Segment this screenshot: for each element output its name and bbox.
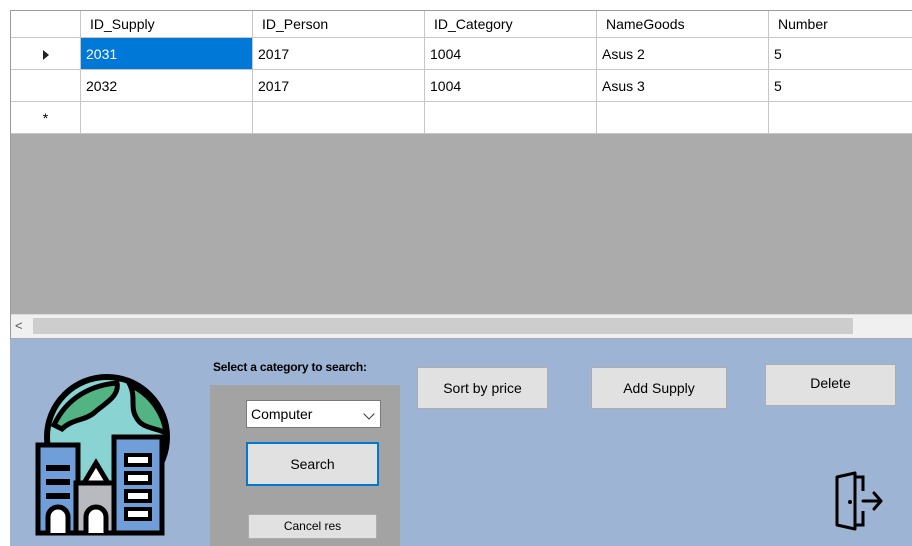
search-group: Computer Search Cancel res <box>210 385 400 546</box>
search-button[interactable]: Search <box>246 442 379 486</box>
column-header-name-goods[interactable]: NameGoods <box>597 11 769 38</box>
cancel-search-button[interactable]: Cancel res <box>248 514 377 539</box>
grid-cell-id-category[interactable]: 1004 <box>425 70 597 102</box>
grid-cell-name-goods[interactable]: Asus 3 <box>597 70 769 102</box>
current-row-icon <box>42 50 49 61</box>
grid-cell-id-supply[interactable] <box>81 102 253 134</box>
grid-cell-name-goods[interactable] <box>597 102 769 134</box>
control-panel: Select a category to search: Computer Se… <box>10 339 912 546</box>
grid-cell-id-supply[interactable]: 2031 <box>81 38 253 70</box>
category-select[interactable]: Computer <box>246 400 381 428</box>
grid-cell-id-person[interactable]: 2017 <box>253 38 425 70</box>
column-header-number[interactable]: Number <box>769 11 912 38</box>
horizontal-scrollbar[interactable]: < <box>11 314 912 338</box>
row-header[interactable]: * <box>11 102 81 134</box>
search-category-label: Select a category to search: <box>213 360 367 374</box>
add-supply-button[interactable]: Add Supply <box>591 367 727 409</box>
column-header-id-person[interactable]: ID_Person <box>253 11 425 38</box>
scrollbar-corner <box>854 315 912 338</box>
city-globe-icon <box>35 374 170 536</box>
delete-button[interactable]: Delete <box>765 364 896 406</box>
chevron-down-icon[interactable] <box>363 408 375 420</box>
grid-cell-number[interactable]: 5 <box>769 38 912 70</box>
scroll-left-arrow[interactable]: < <box>15 317 23 335</box>
row-header[interactable] <box>11 38 81 70</box>
grid-cell-name-goods[interactable]: Asus 2 <box>597 38 769 70</box>
grid-cell-id-supply[interactable]: 2032 <box>81 70 253 102</box>
new-row-marker: * <box>42 110 49 126</box>
grid-cell-id-person[interactable] <box>253 102 425 134</box>
column-header-id-supply[interactable]: ID_Supply <box>81 11 253 38</box>
grid-cell-id-category[interactable] <box>425 102 597 134</box>
grid-cell-number[interactable]: 5 <box>769 70 912 102</box>
grid-cell-id-category[interactable]: 1004 <box>425 38 597 70</box>
grid-cell-id-person[interactable]: 2017 <box>253 70 425 102</box>
row-header[interactable] <box>11 70 81 102</box>
sort-by-price-button[interactable]: Sort by price <box>417 367 548 409</box>
grid-cell-number[interactable] <box>769 102 912 134</box>
column-header-id-category[interactable]: ID_Category <box>425 11 597 38</box>
supply-window: ID_Supply ID_Person ID_Category NameGood… <box>0 0 912 546</box>
category-select-value: Computer <box>251 406 313 422</box>
scrollbar-thumb[interactable] <box>33 318 853 334</box>
grid-corner-header[interactable] <box>11 11 81 38</box>
supply-data-grid[interactable]: ID_Supply ID_Person ID_Category NameGood… <box>10 10 912 339</box>
exit-door-icon[interactable] <box>833 471 885 531</box>
